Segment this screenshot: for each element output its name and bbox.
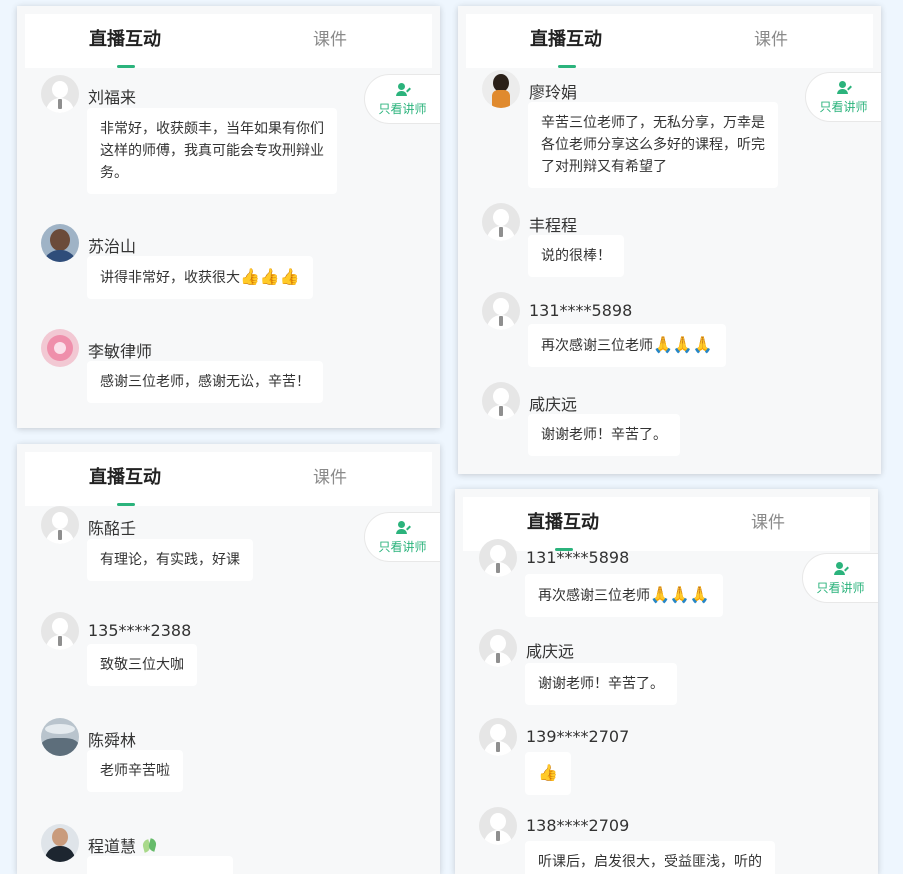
sender-name: 138****2709 <box>526 816 630 835</box>
sender-name-text: 程道慧 <box>88 837 137 856</box>
default-avatar-icon <box>41 506 79 544</box>
tab-bar: 直播互动 课件 <box>466 14 873 68</box>
default-avatar-icon <box>482 382 520 420</box>
only-teacher-button[interactable]: 只看讲师 <box>364 512 440 562</box>
message-bubble: 再次感谢三位老师🙏🙏🙏 <box>525 574 723 617</box>
active-tab-indicator <box>117 65 135 68</box>
tab-courseware[interactable]: 课件 <box>313 452 347 506</box>
message-bubble: 致敬三位大咖 <box>87 644 197 686</box>
tab-live-interaction[interactable]: 直播互动 <box>89 14 161 68</box>
thumbs-up-icon: 👍👍👍 <box>240 267 300 286</box>
message-bubble: 讲得非常好，收获很大👍👍👍 <box>87 256 313 299</box>
active-tab-indicator <box>558 65 576 68</box>
active-tab-indicator <box>117 503 135 506</box>
sender-name: 陈酩壬 <box>88 519 137 538</box>
message-line: 辛苦三位老师了，无私分享，万幸是 <box>541 115 765 131</box>
message-bubble: 谢谢老师！辛苦了。 <box>525 663 677 705</box>
praying-hands-icon: 🙏🙏🙏 <box>650 585 710 604</box>
default-avatar-icon <box>41 75 79 113</box>
tab-courseware[interactable]: 课件 <box>313 14 347 68</box>
teacher-icon <box>836 81 852 95</box>
sender-name: 苏治山 <box>88 237 137 256</box>
message-text: 谢谢老师！辛苦了。 <box>538 676 664 692</box>
sender-name: 135****2388 <box>88 621 192 640</box>
tab-courseware[interactable]: 课件 <box>751 497 785 551</box>
message-text: 老师辛苦啦 <box>100 763 170 779</box>
message-text: 有理论，有实践，好课 <box>100 552 240 568</box>
sender-name: 程道慧 <box>88 833 158 857</box>
message-line: 各位老师分享这么多好的课程，听完 <box>541 137 765 153</box>
message-bubble: 👍 <box>525 752 571 795</box>
tab-live-interaction[interactable]: 直播互动 <box>89 452 161 506</box>
sender-name: 丰程程 <box>529 216 578 235</box>
tab-bar: 直播互动 课件 <box>25 452 432 506</box>
only-teacher-label: 只看讲师 <box>378 102 427 116</box>
message-line: 这样的师傅，我真可能会专攻刑辩业 <box>100 143 324 159</box>
avatar <box>41 718 79 756</box>
message-line: 务。 <box>100 165 128 181</box>
tab-live-interaction[interactable]: 直播互动 <box>530 14 602 68</box>
default-avatar-icon <box>41 612 79 650</box>
chat-panel-1: 直播互动 课件 只看讲师 刘福来 非常好，收获颇丰，当年如果有你们 这样的师傅，… <box>17 6 440 428</box>
tab-live-interaction[interactable]: 直播互动 <box>527 497 599 551</box>
chat-panel-3: 直播互动 课件 只看讲师 陈酩壬 有理论，有实践，好课 135****2388 … <box>17 444 440 874</box>
only-teacher-button[interactable]: 只看讲师 <box>364 74 440 124</box>
message-bubble: 老师辛苦啦 <box>87 750 183 792</box>
message-text: 谢谢老师！辛苦了。 <box>541 427 667 443</box>
sender-name: 刘福来 <box>88 88 137 107</box>
message-text: 感谢三位老师，感谢无讼，辛苦！ <box>100 374 310 390</box>
default-avatar-icon <box>482 292 520 330</box>
message-text: 再次感谢三位老师 <box>538 588 650 604</box>
message-text: 说的很棒！ <box>541 248 611 264</box>
message-bubble: 非常好，收获颇丰，当年如果有你们 这样的师傅，我真可能会专攻刑辩业 务。 <box>87 108 337 194</box>
chat-panel-4: 直播互动 课件 只看讲师 131****5898 再次感谢三位老师🙏🙏🙏 咸庆远… <box>455 489 878 874</box>
sender-name: 廖玲娟 <box>529 83 578 102</box>
message-text: 致敬三位大咖 <box>100 657 184 673</box>
message-text: 讲得非常好，收获很大 <box>100 270 240 286</box>
sender-name: 陈舜林 <box>88 731 137 750</box>
only-teacher-button[interactable]: 只看讲师 <box>802 553 878 603</box>
message-bubble: 再次感谢三位老师🙏🙏🙏 <box>528 324 726 367</box>
default-avatar-icon <box>479 539 517 577</box>
default-avatar-icon <box>482 203 520 241</box>
only-teacher-label: 只看讲师 <box>378 540 427 554</box>
message-text: 听课后，启发很大，受益匪浅，听的 <box>538 854 762 870</box>
message-text: 再次感谢三位老师 <box>541 338 653 354</box>
teacher-icon <box>395 83 411 97</box>
message-line: 非常好，收获颇丰，当年如果有你们 <box>100 121 324 137</box>
message-bubble: 谢谢老师！辛苦了。 <box>528 414 680 456</box>
teacher-icon <box>395 521 411 535</box>
sender-name: 131****5898 <box>529 301 633 320</box>
avatar <box>41 824 79 862</box>
avatar <box>482 70 520 108</box>
thumbs-up-icon: 👍 <box>538 763 558 782</box>
message-bubble: 听课后，启发很大，受益匪浅，听的 <box>525 841 775 874</box>
sender-name: 咸庆远 <box>526 642 575 661</box>
sender-name: 李敏律师 <box>88 342 153 361</box>
teacher-icon <box>833 562 849 576</box>
default-avatar-icon <box>479 807 517 845</box>
tab-bar: 直播互动 课件 <box>463 497 870 551</box>
message-bubble: 感谢三位老师，感谢无讼，辛苦！ <box>87 361 323 403</box>
default-avatar-icon <box>479 718 517 756</box>
only-teacher-label: 只看讲师 <box>816 581 865 595</box>
only-teacher-label: 只看讲师 <box>819 100 868 114</box>
sender-name: 131****5898 <box>526 548 630 567</box>
leaf-badge-icon <box>141 838 158 854</box>
chat-panel-2: 直播互动 课件 只看讲师 廖玲娟 辛苦三位老师了，无私分享，万幸是 各位老师分享… <box>458 6 881 474</box>
avatar <box>41 224 79 262</box>
message-bubble: 说的很棒！ <box>528 235 624 277</box>
tab-courseware[interactable]: 课件 <box>754 14 788 68</box>
message-bubble: 辛苦三位老师了，无私分享，万幸是 各位老师分享这么多好的课程，听完 了对刑辩又有… <box>528 102 778 188</box>
tab-bar: 直播互动 课件 <box>25 14 432 68</box>
avatar <box>41 329 79 367</box>
sender-name: 咸庆远 <box>529 395 578 414</box>
message-bubble <box>87 856 233 874</box>
praying-hands-icon: 🙏🙏🙏 <box>653 335 713 354</box>
message-bubble: 有理论，有实践，好课 <box>87 539 253 581</box>
message-line: 了对刑辩又有希望了 <box>541 159 667 175</box>
default-avatar-icon <box>479 629 517 667</box>
only-teacher-button[interactable]: 只看讲师 <box>805 72 881 122</box>
sender-name: 139****2707 <box>526 727 630 746</box>
